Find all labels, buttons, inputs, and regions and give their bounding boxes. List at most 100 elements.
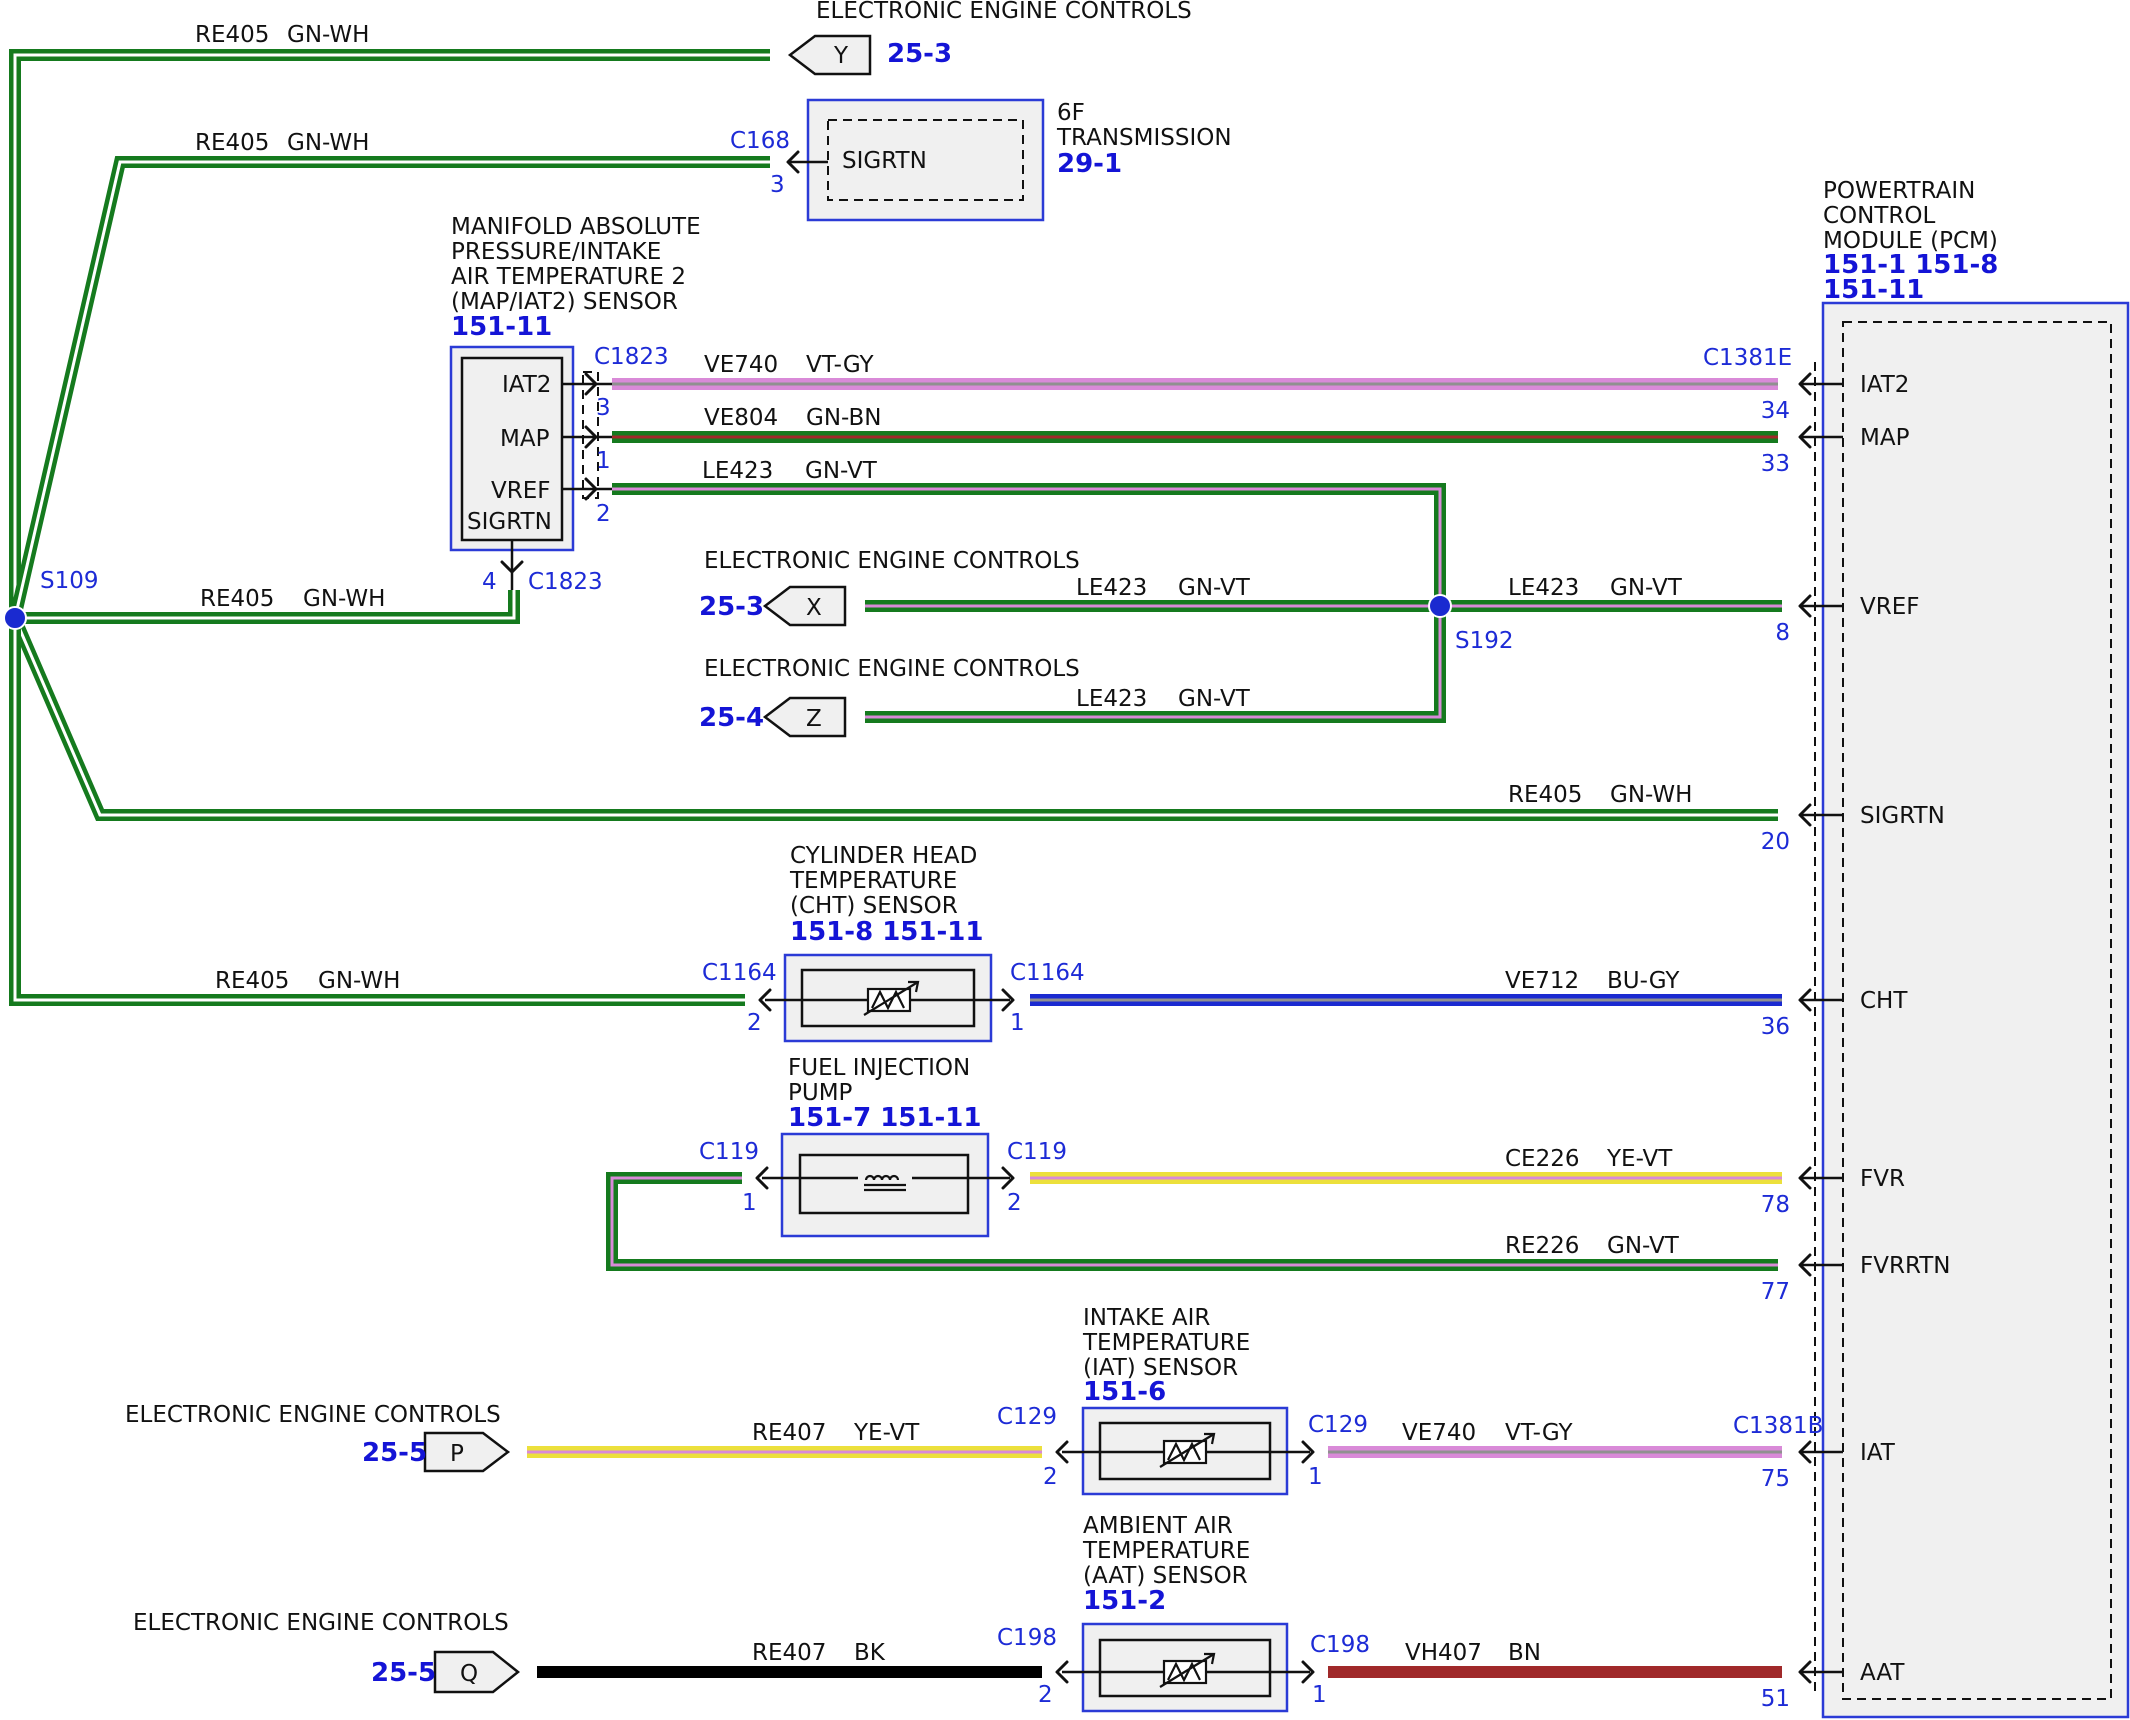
connector-id: C129 xyxy=(1308,1412,1368,1438)
pcm-pin-label: VREF xyxy=(1860,594,1919,620)
page-reference: 25-3 xyxy=(699,592,764,622)
connector-id: C1164 xyxy=(702,960,777,986)
pcm-pin-label: CHT xyxy=(1860,988,1908,1014)
component-title-line2: TEMPERATURE xyxy=(789,868,957,894)
map-iat2-sensor: MANIFOLD ABSOLUTE PRESSURE/INTAKE AIR TE… xyxy=(449,214,701,595)
solenoid-coil-icon xyxy=(858,1168,912,1192)
wire-label-circuit: RE407 xyxy=(752,1640,826,1666)
page-reference: 151-2 xyxy=(1083,1586,1166,1616)
wire-label-circuit: LE423 xyxy=(1076,575,1147,601)
wire-label-circuit: RE405 xyxy=(195,22,269,48)
page-reference: 25-5 xyxy=(371,1658,436,1688)
pcm-pin-label: IAT xyxy=(1860,1440,1896,1466)
connector-id: C1823 xyxy=(594,344,669,370)
pin-number: 3 xyxy=(770,172,785,198)
page-reference: 25-4 xyxy=(699,703,764,733)
wire-label-circuit: RE405 xyxy=(195,130,269,156)
wire-label-color: BU-GY xyxy=(1607,968,1680,994)
connector-id: C198 xyxy=(1310,1632,1370,1658)
pcm-pin-label: FVRRTN xyxy=(1860,1253,1951,1279)
wire-label-color: YE-VT xyxy=(853,1420,920,1446)
component-title: ELECTRONIC ENGINE CONTROLS xyxy=(704,656,1080,682)
wire-label-circuit: LE423 xyxy=(702,458,773,484)
wire-label-circuit: VE740 xyxy=(1402,1420,1476,1446)
component-title-line3: (CHT) SENSOR xyxy=(790,893,958,919)
wiring-diagram: RE405 GN-WH RE405 GN-WH RE405 GN-WH RE40… xyxy=(3,0,2130,1719)
wire-label-circuit: RE226 xyxy=(1505,1233,1579,1259)
wire-label-color: GN-WH xyxy=(287,22,369,48)
pcm-pin-number: 8 xyxy=(1775,620,1790,646)
wire-label-color: GN-WH xyxy=(318,968,400,994)
connector-tag-shape xyxy=(762,696,847,738)
wire-label-circuit: LE423 xyxy=(1508,575,1579,601)
wire-label-color: GN-WH xyxy=(1610,782,1692,808)
transmission-component: SIGRTN C168 3 6F TRANSMISSION 29-1 xyxy=(730,98,1232,222)
connector-tag-letter: Q xyxy=(460,1661,478,1687)
pin-number: 2 xyxy=(747,1010,762,1036)
pin-number: 2 xyxy=(1043,1464,1058,1490)
wire-label-circuit: RE405 xyxy=(215,968,289,994)
wire-label-color: GN-VT xyxy=(805,458,878,484)
pin-number: 1 xyxy=(1010,1010,1025,1036)
pin-number: 1 xyxy=(1312,1682,1327,1708)
page-reference: 151-6 xyxy=(1083,1377,1166,1407)
wire-label-color: GN-WH xyxy=(287,130,369,156)
splice-label: S109 xyxy=(40,568,99,594)
eec-p-connector: ELECTRONIC ENGINE CONTROLS P 25-5 xyxy=(125,1402,511,1473)
page-reference: 25-3 xyxy=(887,39,952,69)
pcm-pin-number: 51 xyxy=(1761,1686,1790,1712)
pcm-pin-label: FVR xyxy=(1860,1166,1905,1192)
wire-label-circuit: VE804 xyxy=(704,405,778,431)
pcm-pin-number: 34 xyxy=(1761,398,1790,424)
pin-number: 2 xyxy=(1038,1682,1053,1708)
component-title-line1: 6F xyxy=(1057,100,1085,126)
iat-sensor: INTAKE AIR TEMPERATURE (IAT) SENSOR 151-… xyxy=(997,1305,1368,1496)
pcm-pin-number: 75 xyxy=(1761,1466,1790,1492)
connector-id: C119 xyxy=(1007,1139,1067,1165)
wire-label-circuit: VE740 xyxy=(704,352,778,378)
connector-tag-letter: P xyxy=(450,1441,464,1467)
component-title-line2: TEMPERATURE xyxy=(1082,1330,1250,1356)
component-title-line1: CYLINDER HEAD xyxy=(790,843,977,869)
component-title: ELECTRONIC ENGINE CONTROLS xyxy=(125,1402,501,1428)
connector-id: C1381E xyxy=(1703,345,1792,371)
fuel-injection-pump: FUEL INJECTION PUMP 151-7 151-11 C119 1 … xyxy=(699,1055,1067,1238)
connector-id: C198 xyxy=(997,1625,1057,1651)
page-reference: 25-5 xyxy=(362,1438,427,1468)
pin-number: 4 xyxy=(482,569,497,595)
eec-x-connector: ELECTRONIC ENGINE CONTROLS X 25-3 xyxy=(699,548,1080,627)
pcm-pin-label: IAT2 xyxy=(1860,372,1909,398)
wire-label-color: GN-VT xyxy=(1178,686,1251,712)
splice-s109-dot xyxy=(3,606,27,630)
connector-tag-shape xyxy=(787,34,872,76)
page-reference: 29-1 xyxy=(1057,149,1122,179)
pin-number: 1 xyxy=(1308,1464,1323,1490)
component-title-line2: PRESSURE/INTAKE xyxy=(451,239,661,265)
wire-label-circuit: CE226 xyxy=(1505,1146,1580,1172)
pcm-pin-number: 36 xyxy=(1761,1014,1790,1040)
wire-label-circuit: VH407 xyxy=(1405,1640,1482,1666)
connector-id: C1381B xyxy=(1733,1413,1823,1439)
component-title-line2: CONTROL xyxy=(1823,203,1936,229)
wire-label-color: GN-VT xyxy=(1178,575,1251,601)
pin-number: 2 xyxy=(1007,1190,1022,1216)
wire-label-color: GN-VT xyxy=(1610,575,1683,601)
wire-re405-eec-y-stripe xyxy=(13,53,770,618)
component-title-line3: AIR TEMPERATURE 2 xyxy=(451,264,686,290)
wire-label-circuit: LE423 xyxy=(1076,686,1147,712)
pin-number: 1 xyxy=(596,448,611,474)
connector-tag-letter: X xyxy=(806,595,822,621)
pcm-pin-label: SIGRTN xyxy=(1860,803,1945,829)
page-reference: 151-8 151-11 xyxy=(790,917,983,947)
wire-label-color: VT-GY xyxy=(1505,1420,1573,1446)
component-title-line1: FUEL INJECTION xyxy=(788,1055,970,1081)
eec-q-connector: ELECTRONIC ENGINE CONTROLS Q 25-5 xyxy=(133,1610,521,1694)
wire-label-color: VT-GY xyxy=(806,352,874,378)
pin-label: SIGRTN xyxy=(842,148,927,174)
pin-number: 2 xyxy=(596,501,611,527)
wire-label-color: BN xyxy=(1508,1640,1541,1666)
cht-sensor: CYLINDER HEAD TEMPERATURE (CHT) SENSOR 1… xyxy=(702,843,1085,1043)
component-title-line1: AMBIENT AIR xyxy=(1083,1513,1233,1539)
wire-label-circuit: RE405 xyxy=(200,586,274,612)
eec-y-connector: ELECTRONIC ENGINE CONTROLS Y 25-3 xyxy=(787,0,1192,76)
